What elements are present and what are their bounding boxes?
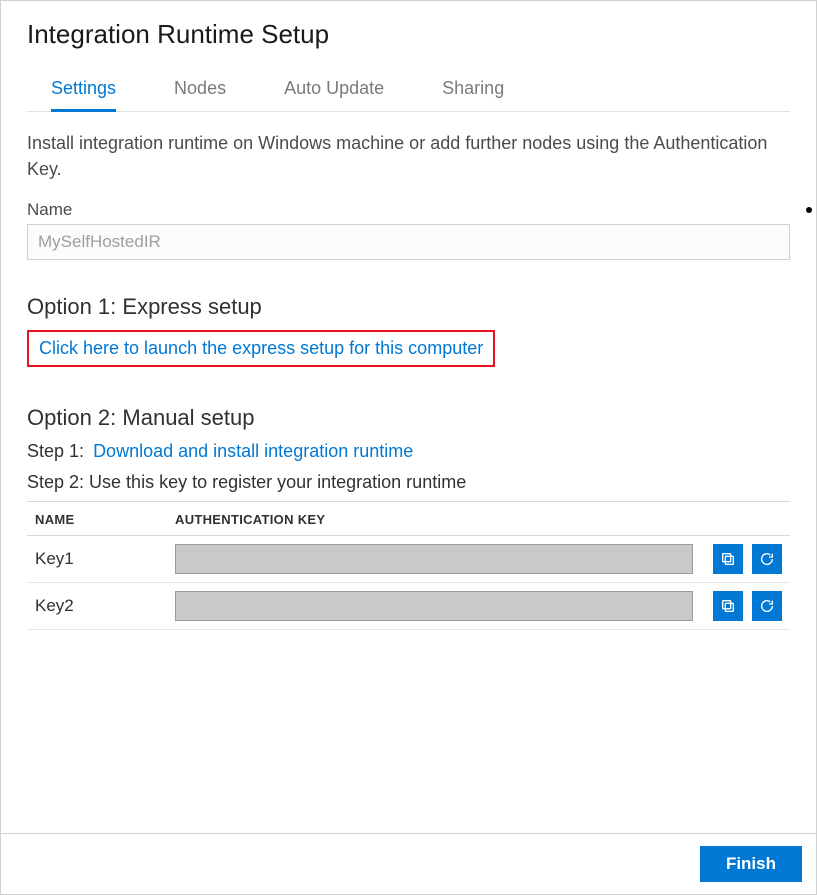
copy-icon — [720, 598, 736, 614]
name-input[interactable] — [27, 224, 790, 260]
option2-heading: Option 2: Manual setup — [27, 405, 790, 431]
tab-bar: Settings Nodes Auto Update Sharing — [27, 72, 790, 112]
name-label-row: Name — [27, 200, 790, 220]
step1-line: Step 1: Download and install integration… — [27, 441, 790, 462]
tab-settings[interactable]: Settings — [51, 72, 116, 112]
footer-bar: Finish — [1, 833, 816, 894]
refresh-icon — [759, 551, 775, 567]
option1-heading: Option 1: Express setup — [27, 294, 790, 320]
key-name-cell: Key1 — [27, 536, 167, 583]
express-setup-link[interactable]: Click here to launch the express setup f… — [39, 338, 483, 358]
key-value-field[interactable] — [175, 591, 693, 621]
page-title: Integration Runtime Setup — [27, 19, 790, 50]
intro-text: Install integration runtime on Windows m… — [27, 130, 790, 182]
info-icon[interactable] — [806, 207, 812, 213]
regenerate-key-button[interactable] — [752, 544, 782, 574]
copy-key-button[interactable] — [713, 591, 743, 621]
table-row: Key2 — [27, 583, 790, 630]
tab-auto-update[interactable]: Auto Update — [284, 72, 384, 112]
name-label: Name — [27, 200, 72, 220]
setup-panel: Integration Runtime Setup Settings Nodes… — [0, 0, 817, 895]
download-runtime-link[interactable]: Download and install integration runtime — [93, 441, 413, 461]
copy-icon — [720, 551, 736, 567]
tab-sharing[interactable]: Sharing — [442, 72, 504, 112]
refresh-icon — [759, 598, 775, 614]
col-header-authkey: AUTHENTICATION KEY — [167, 502, 701, 536]
copy-key-button[interactable] — [713, 544, 743, 574]
auth-keys-table: NAME AUTHENTICATION KEY Key1 — [27, 501, 790, 630]
step1-prefix: Step 1: — [27, 441, 84, 461]
table-row: Key1 — [27, 536, 790, 583]
col-header-name: NAME — [27, 502, 167, 536]
finish-button[interactable]: Finish — [700, 846, 802, 882]
tab-nodes[interactable]: Nodes — [174, 72, 226, 112]
key-value-field[interactable] — [175, 544, 693, 574]
step2-line: Step 2: Use this key to register your in… — [27, 472, 790, 493]
key-name-cell: Key2 — [27, 583, 167, 630]
panel-content: Integration Runtime Setup Settings Nodes… — [1, 1, 816, 833]
express-setup-highlight: Click here to launch the express setup f… — [27, 330, 495, 367]
regenerate-key-button[interactable] — [752, 591, 782, 621]
col-header-actions — [701, 502, 790, 536]
